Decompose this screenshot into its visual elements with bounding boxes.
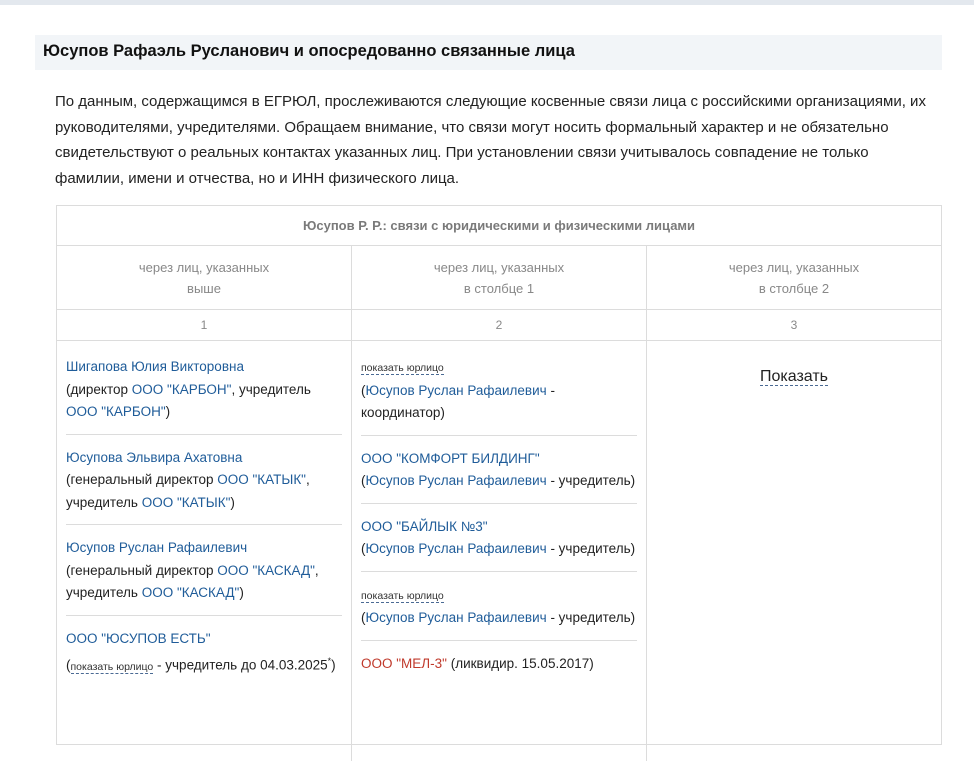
- column-header-3-line2: в столбце 2: [758, 281, 830, 296]
- org-link[interactable]: ООО "КОМФОРТ БИЛДИНГ": [361, 451, 540, 466]
- role-text: ): [239, 585, 244, 600]
- role-text: (генеральный директор: [66, 472, 218, 487]
- list-item: Юсупов Руслан Рафаилевич (генеральный ди…: [66, 537, 342, 616]
- person-link[interactable]: Юсупов Руслан Рафаилевич: [366, 383, 547, 398]
- list-item: показать юрлицо (Юсупов Руслан Рафаилеви…: [361, 356, 637, 436]
- show-button[interactable]: Показать: [759, 368, 828, 386]
- column-header-2-line1: через лиц, указанных: [433, 260, 565, 275]
- column-number-1: 1: [200, 318, 208, 332]
- intro-paragraph: По данным, содержащимся в ЕГРЮЛ, прослеж…: [55, 93, 926, 187]
- org-link[interactable]: ООО "БАЙЛЫК №3": [361, 519, 488, 534]
- role-text: (директор: [66, 381, 132, 397]
- list-item: ООО "БАЙЛЫК №3" (Юсупов Руслан Рафаилеви…: [361, 516, 637, 572]
- org-link[interactable]: ООО "ЮСУПОВ ЕСТЬ": [66, 631, 211, 646]
- org-link[interactable]: ООО "КАРБОН": [66, 404, 166, 419]
- column-3-list: Показать: [646, 341, 941, 761]
- column-numbers: 1 2 3: [57, 310, 941, 341]
- panel-title: Юсупов Р. Р.: связи с юридическими и физ…: [57, 206, 941, 246]
- column-1-list: Шигапова Юлия Викторовна (директор ООО "…: [57, 341, 351, 761]
- org-link[interactable]: ООО "КАТЫК": [142, 495, 231, 510]
- role-text: ): [165, 404, 171, 419]
- role-text: - учредитель): [546, 610, 636, 625]
- liquidated-org-link[interactable]: ООО "МЕЛ-3": [361, 656, 447, 671]
- column-header-3-line1: через лиц, указанных: [728, 260, 860, 275]
- list-item: ООО "ЮСУПОВ ЕСТЬ" (показать юрлицо - учр…: [66, 628, 342, 689]
- person-link[interactable]: Юсупов Руслан Рафаилевич: [366, 541, 547, 556]
- column-bodies: Шигапова Юлия Викторовна (директор ООО "…: [57, 341, 941, 761]
- column-number-2: 2: [351, 310, 646, 340]
- org-link[interactable]: ООО "КАРБОН": [132, 382, 232, 397]
- list-item: ООО "КОМФОРТ БИЛДИНГ" (Юсупов Руслан Раф…: [361, 448, 637, 504]
- person-link[interactable]: Шигапова Юлия Викторовна: [66, 359, 244, 374]
- section-title: Юсупов Рафаэль Русланович и опосредованн…: [35, 35, 942, 70]
- column-header-3: через лиц, указанных в столбце 2: [646, 246, 941, 309]
- person-link[interactable]: Юсупов Руслан Рафаилевич: [366, 610, 547, 625]
- connections-panel: Юсупов Р. Р.: связи с юридическими и физ…: [56, 205, 942, 761]
- role-text: (генеральный директор: [66, 562, 218, 578]
- role-text: ): [331, 657, 336, 673]
- role-text: (: [66, 657, 71, 673]
- role-text: - учредитель): [546, 473, 636, 488]
- person-link[interactable]: Юсупов Руслан Рафаилевич: [366, 473, 547, 488]
- column-header-1: через лиц, указанных выше: [57, 246, 351, 309]
- column-2-list: показать юрлицо (Юсупов Руслан Рафаилеви…: [351, 341, 646, 761]
- show-entity-link[interactable]: показать юрлицо: [361, 589, 444, 603]
- list-item: показать юрлицо (Юсупов Руслан Рафаилеви…: [361, 584, 637, 641]
- column-header-1-line2: выше: [187, 281, 221, 296]
- column-number-3: 3: [646, 310, 941, 340]
- show-entity-link[interactable]: показать юрлицо: [70, 660, 154, 674]
- column-header-1-line1: через лиц, указанных: [138, 260, 270, 275]
- show-entity-link[interactable]: показать юрлицо: [361, 362, 444, 375]
- person-link[interactable]: Юсупова Эльвира Ахатовна: [66, 450, 242, 465]
- list-item: Шигапова Юлия Викторовна (директор ООО "…: [66, 356, 342, 435]
- top-bar: [0, 0, 974, 5]
- person-link[interactable]: Юсупов Руслан Рафаилевич: [66, 540, 247, 555]
- column-headers: через лиц, указанных выше через лиц, ука…: [57, 246, 941, 310]
- list-item: Юсупова Эльвира Ахатовна (генеральный ди…: [66, 447, 342, 525]
- role-text: (ликвидир. 15.05.2017): [446, 655, 594, 671]
- role-text: ): [230, 494, 235, 510]
- column-header-2-line2: в столбце 1: [463, 281, 535, 296]
- org-link[interactable]: ООО "КАСКАД": [142, 585, 240, 600]
- role-text: - учредитель): [546, 541, 636, 556]
- org-link[interactable]: ООО "КАСКАД": [217, 563, 315, 578]
- role-text: - учредитель до 04.03.2025: [153, 657, 328, 673]
- role-text: , учредитель: [231, 381, 311, 397]
- list-item: ООО "МЕЛ-3" (ликвидир. 15.05.2017): [361, 653, 637, 686]
- column-header-2: через лиц, указанных в столбце 1: [351, 246, 646, 309]
- org-link[interactable]: ООО "КАТЫК": [217, 472, 306, 487]
- show-wrap: Показать: [656, 356, 932, 389]
